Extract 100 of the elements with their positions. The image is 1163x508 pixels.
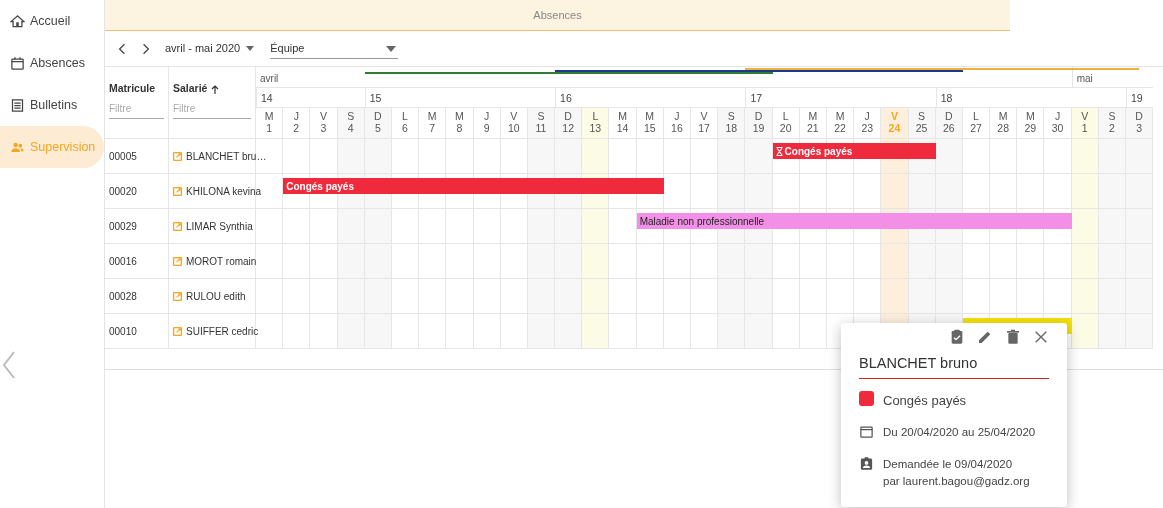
calendar-cell bbox=[745, 174, 773, 209]
edit-icon[interactable] bbox=[172, 325, 183, 337]
edit-icon[interactable] bbox=[172, 185, 183, 197]
calendar-cell bbox=[990, 139, 1018, 174]
day-header: M 28 bbox=[990, 108, 1018, 139]
employee-name[interactable]: LIMAR Synthia bbox=[186, 218, 253, 234]
day-header: D 26 bbox=[935, 108, 963, 139]
calendar-cell bbox=[609, 244, 637, 279]
calendar-cell bbox=[1126, 279, 1154, 314]
sidebar-item[interactable]: Absences bbox=[0, 42, 104, 84]
document-icon bbox=[10, 97, 25, 113]
calendar-cell bbox=[419, 314, 447, 349]
calendar-cell bbox=[527, 209, 556, 244]
calendar-cell bbox=[962, 279, 991, 314]
period-dropdown[interactable]: avril - mai 2020 bbox=[161, 40, 259, 57]
employee-name[interactable]: KHILONA kevina bbox=[186, 183, 262, 199]
calendar-cell bbox=[609, 279, 637, 314]
calendar-cell bbox=[582, 314, 610, 349]
day-header: V 24 bbox=[881, 108, 909, 139]
calendar-cell bbox=[1017, 174, 1045, 209]
calendar-cell bbox=[609, 139, 637, 174]
hourglass-icon bbox=[775, 146, 783, 156]
sidebar-item[interactable]: Bulletins bbox=[0, 84, 104, 126]
approve-icon[interactable] bbox=[949, 329, 965, 345]
sidebar-item[interactable]: Accueil bbox=[0, 0, 104, 42]
calendar-cell bbox=[582, 244, 610, 279]
calendar-cell bbox=[500, 209, 528, 244]
employee-name[interactable]: SUIFFER cedric bbox=[186, 323, 259, 339]
calendar-cell bbox=[446, 139, 474, 174]
calendar-icon bbox=[10, 55, 25, 71]
calendar-cell bbox=[1017, 279, 1045, 314]
employee-name[interactable]: RULOU edith bbox=[186, 288, 246, 304]
day-header: L 13 bbox=[582, 108, 610, 139]
absence-bar[interactable]: Congés payés bbox=[772, 143, 936, 159]
calendar-cell bbox=[473, 279, 501, 314]
absence-bar[interactable]: Maladie non professionnelle bbox=[636, 213, 1072, 229]
banner-title: Absences bbox=[533, 7, 582, 23]
edit-icon[interactable] bbox=[172, 255, 183, 267]
calendar-cell bbox=[881, 244, 909, 279]
collapse-icon[interactable] bbox=[2, 350, 16, 380]
employee-name: BLANCHET bruno bbox=[859, 345, 1049, 379]
week-number: 16 bbox=[560, 92, 572, 104]
calendar-cell bbox=[446, 314, 474, 349]
calendar-cell bbox=[990, 279, 1018, 314]
column-header[interactable]: Matricule bbox=[109, 81, 164, 97]
calendar-cell bbox=[745, 314, 773, 349]
calendar-cell bbox=[391, 314, 420, 349]
calendar-cell bbox=[935, 244, 963, 279]
day-header: L 6 bbox=[391, 108, 420, 139]
calendar-cell bbox=[908, 244, 936, 279]
calendar-cell bbox=[1126, 209, 1154, 244]
edit-icon[interactable] bbox=[172, 220, 183, 232]
calendar-cell bbox=[799, 279, 827, 314]
column-header[interactable]: Salarié bbox=[173, 81, 251, 97]
table-cell: 00005 bbox=[105, 139, 169, 174]
calendar-cell bbox=[962, 139, 991, 174]
filter-field[interactable]: Filtre bbox=[173, 98, 251, 119]
calendar-cell bbox=[718, 244, 746, 279]
calendar-icon bbox=[859, 424, 874, 440]
calendar-cell bbox=[663, 314, 691, 349]
calendar-cell bbox=[364, 209, 392, 244]
day-header: M 1 bbox=[256, 108, 284, 139]
calendar-cell bbox=[555, 314, 583, 349]
calendar-cell bbox=[1071, 314, 1099, 349]
employee-name[interactable]: BLANCHET bru… bbox=[186, 148, 267, 164]
calendar-cell bbox=[419, 139, 447, 174]
calendar-cell bbox=[419, 279, 447, 314]
calendar-cell bbox=[718, 314, 746, 349]
calendar-cell bbox=[283, 244, 311, 279]
calendar-cell bbox=[473, 209, 501, 244]
calendar-cell bbox=[446, 209, 474, 244]
date-range: Du 20/04/2020 au 25/04/2020 bbox=[883, 425, 1036, 441]
day-header: J 16 bbox=[663, 108, 691, 139]
calendar-cell bbox=[962, 244, 991, 279]
calendar-cell bbox=[283, 139, 311, 174]
calendar-cell bbox=[364, 279, 392, 314]
absence-bar[interactable]: Congés payés bbox=[283, 178, 664, 194]
day-header: V 1 bbox=[1071, 108, 1099, 139]
filter-field[interactable]: Filtre bbox=[109, 98, 164, 119]
calendar-cell bbox=[364, 244, 392, 279]
day-header: M 7 bbox=[419, 108, 447, 139]
calendar-cell bbox=[419, 209, 447, 244]
employee-name[interactable]: MOROT romain bbox=[186, 253, 257, 269]
table-cell: 00029 bbox=[105, 209, 169, 244]
calendar-cell bbox=[609, 209, 637, 244]
calendar-cell bbox=[310, 314, 338, 349]
close-icon[interactable] bbox=[1033, 329, 1049, 345]
table-cell: 00010 bbox=[105, 314, 169, 349]
edit-icon[interactable] bbox=[172, 290, 183, 302]
trash-icon[interactable] bbox=[1005, 329, 1021, 345]
calendar-cell bbox=[1098, 314, 1126, 349]
calendar-cell bbox=[908, 279, 936, 314]
calendar-cell bbox=[1126, 314, 1154, 349]
calendar-cell bbox=[527, 139, 556, 174]
calendar-cell bbox=[283, 209, 311, 244]
pencil-icon[interactable] bbox=[977, 329, 993, 345]
calendar-cell bbox=[310, 279, 338, 314]
edit-icon[interactable] bbox=[172, 150, 183, 162]
calendar-cell bbox=[609, 314, 637, 349]
month-label: mai bbox=[1076, 73, 1093, 84]
